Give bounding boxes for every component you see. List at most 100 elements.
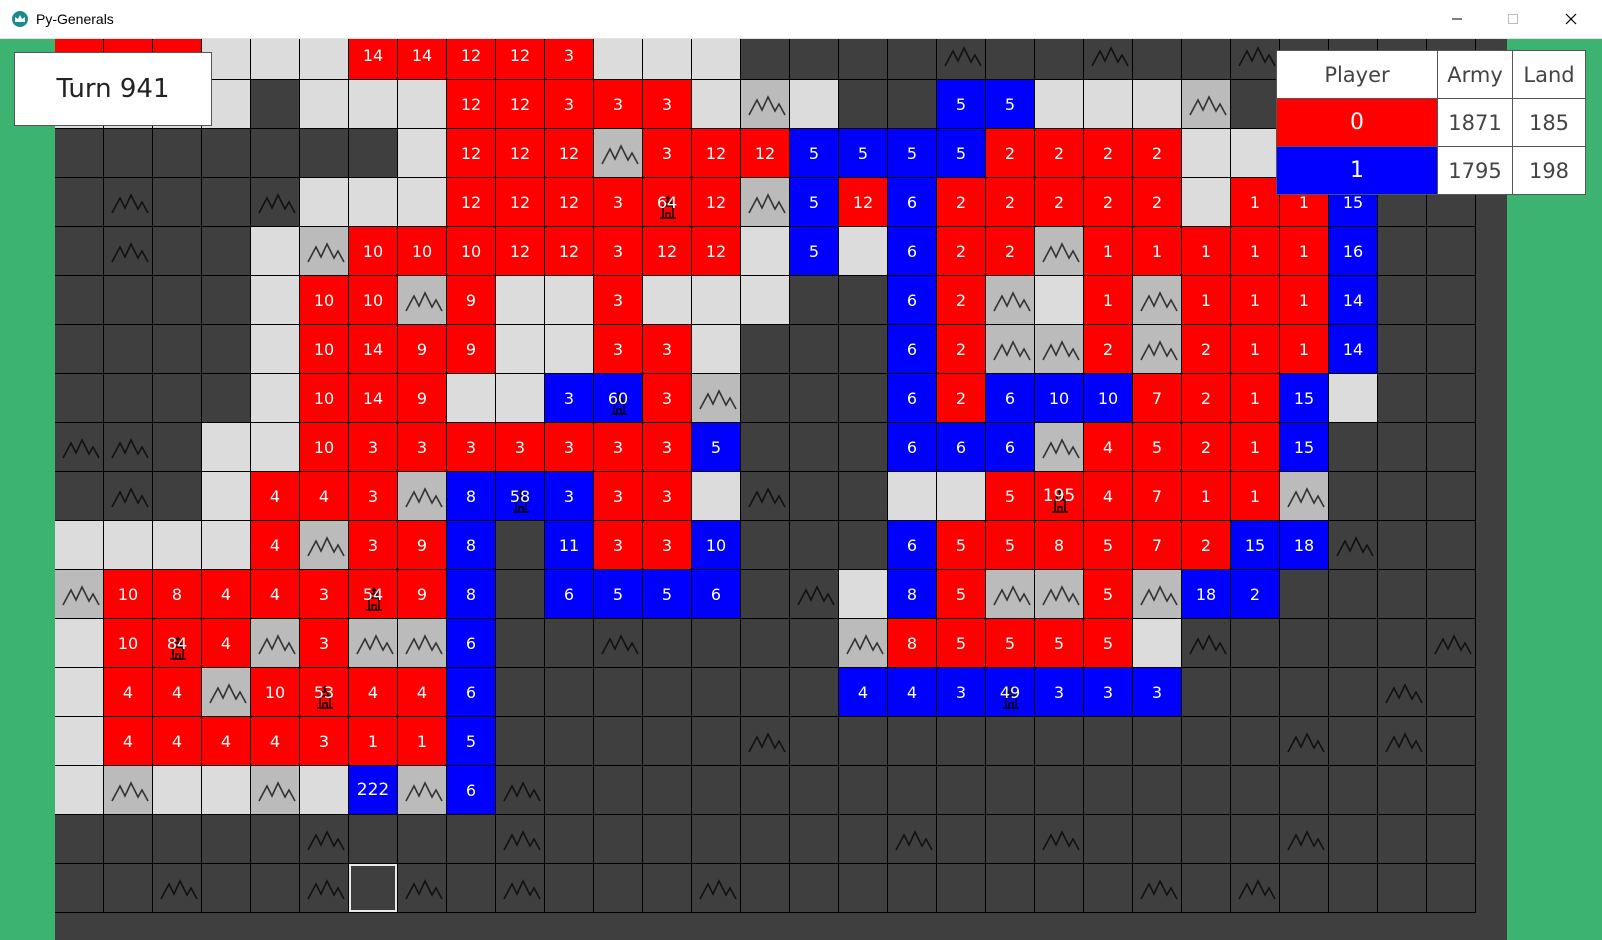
red-player-cell[interactable]: 3 — [642, 373, 692, 423]
fog-cell[interactable] — [1034, 716, 1084, 766]
fog-mountain-cell[interactable] — [936, 39, 986, 80]
fog-cell[interactable] — [544, 765, 594, 815]
fog-cell[interactable] — [838, 422, 888, 472]
blue-player-cell[interactable]: 3 — [936, 667, 986, 717]
red-player-cell[interactable]: 2 — [1083, 177, 1133, 227]
fog-cell[interactable] — [1132, 716, 1182, 766]
empty-cell[interactable] — [397, 177, 447, 227]
red-player-cell[interactable]: 1 — [1181, 275, 1231, 325]
fog-cell[interactable] — [152, 324, 202, 374]
red-player-cell[interactable]: 5 — [936, 569, 986, 619]
fog-cell[interactable] — [1426, 324, 1476, 374]
red-player-cell[interactable]: 8 — [1034, 520, 1084, 570]
fog-cell[interactable] — [985, 39, 1035, 80]
empty-cell[interactable] — [397, 79, 447, 129]
empty-cell[interactable] — [299, 177, 349, 227]
red-player-cell[interactable]: 9 — [397, 569, 447, 619]
empty-cell[interactable] — [55, 667, 104, 717]
fog-mountain-cell[interactable] — [397, 863, 447, 913]
fog-mountain-cell[interactable] — [299, 863, 349, 913]
fog-mountain-cell[interactable] — [103, 471, 153, 521]
fog-cell[interactable] — [1230, 618, 1280, 668]
close-icon[interactable] — [1548, 0, 1594, 38]
red-player-cell[interactable]: 3 — [593, 422, 643, 472]
fog-cell[interactable] — [642, 814, 692, 864]
fog-cell[interactable] — [1230, 814, 1280, 864]
empty-cell[interactable] — [250, 422, 300, 472]
fog-mountain-cell[interactable] — [1132, 863, 1182, 913]
red-player-cell[interactable]: 9 — [446, 275, 496, 325]
fog-cell[interactable] — [1377, 765, 1427, 815]
blue-player-cell[interactable]: 5 — [691, 422, 741, 472]
blue-player-cell[interactable]: 6 — [936, 422, 986, 472]
fog-cell[interactable] — [1426, 814, 1476, 864]
empty-cell[interactable] — [642, 275, 692, 325]
mountain-cell[interactable] — [838, 618, 888, 668]
fog-cell[interactable] — [55, 324, 104, 374]
blue-general-cell[interactable]: 49 — [985, 667, 1035, 717]
fog-cell[interactable] — [1426, 765, 1476, 815]
empty-cell[interactable] — [55, 618, 104, 668]
red-player-cell[interactable]: 2 — [936, 177, 986, 227]
red-player-cell[interactable]: 4 — [1083, 471, 1133, 521]
fog-cell[interactable] — [1328, 667, 1378, 717]
blue-player-cell[interactable]: 6 — [887, 373, 937, 423]
mountain-cell[interactable] — [348, 618, 398, 668]
blue-player-cell[interactable]: 3 — [1034, 667, 1084, 717]
red-player-cell[interactable]: 12 — [544, 177, 594, 227]
red-player-cell[interactable]: 4 — [250, 569, 300, 619]
fog-cell[interactable] — [642, 765, 692, 815]
fog-cell[interactable] — [103, 275, 153, 325]
blue-player-cell[interactable]: 15 — [1230, 520, 1280, 570]
empty-cell[interactable] — [593, 39, 643, 80]
fog-cell[interactable] — [1377, 814, 1427, 864]
fog-cell[interactable] — [740, 520, 790, 570]
red-player-cell[interactable]: 5 — [985, 618, 1035, 668]
empty-cell[interactable] — [55, 716, 104, 766]
mountain-cell[interactable] — [1034, 422, 1084, 472]
red-player-cell[interactable]: 4 — [397, 667, 447, 717]
fog-mountain-cell[interactable] — [299, 814, 349, 864]
fog-cell[interactable] — [936, 765, 986, 815]
red-player-cell[interactable]: 3 — [642, 324, 692, 374]
red-player-cell[interactable]: 3 — [348, 520, 398, 570]
red-player-cell[interactable]: 2 — [1181, 373, 1231, 423]
fog-cell[interactable] — [55, 863, 104, 913]
red-general-cell[interactable]: 64 — [642, 177, 692, 227]
empty-cell[interactable] — [495, 324, 545, 374]
fog-cell[interactable] — [838, 373, 888, 423]
fog-cell[interactable] — [985, 765, 1035, 815]
red-player-cell[interactable]: 3 — [544, 79, 594, 129]
fog-cell[interactable] — [1377, 863, 1427, 913]
empty-cell[interactable] — [1328, 373, 1378, 423]
red-player-cell[interactable]: 5 — [936, 520, 986, 570]
red-player-cell[interactable]: 10 — [348, 275, 398, 325]
fog-cell[interactable] — [1426, 716, 1476, 766]
red-player-cell[interactable]: 5 — [1034, 618, 1084, 668]
red-player-cell[interactable]: 12 — [691, 177, 741, 227]
fog-cell[interactable] — [544, 667, 594, 717]
empty-cell[interactable] — [348, 79, 398, 129]
red-player-cell[interactable]: 3 — [593, 226, 643, 276]
fog-cell[interactable] — [789, 814, 839, 864]
red-player-cell[interactable]: 3 — [446, 422, 496, 472]
empty-cell[interactable] — [152, 520, 202, 570]
fog-cell[interactable] — [1181, 863, 1231, 913]
fog-cell[interactable] — [985, 814, 1035, 864]
fog-cell[interactable] — [740, 324, 790, 374]
red-general-cell[interactable]: 53 — [299, 667, 349, 717]
red-player-cell[interactable]: 12 — [446, 177, 496, 227]
fog-cell[interactable] — [201, 324, 251, 374]
empty-cell[interactable] — [691, 275, 741, 325]
fog-cell[interactable] — [1328, 863, 1378, 913]
blue-player-cell[interactable]: 14 — [1328, 324, 1378, 374]
red-player-cell[interactable]: 5 — [1083, 618, 1133, 668]
red-player-cell[interactable]: 3 — [593, 275, 643, 325]
red-general-cell[interactable]: 84 — [152, 618, 202, 668]
fog-cell[interactable] — [789, 39, 839, 80]
fog-mountain-cell[interactable] — [691, 863, 741, 913]
fog-cell[interactable] — [1034, 863, 1084, 913]
fog-cell[interactable] — [838, 324, 888, 374]
mountain-cell[interactable] — [985, 324, 1035, 374]
red-player-cell[interactable]: 1 — [1230, 324, 1280, 374]
